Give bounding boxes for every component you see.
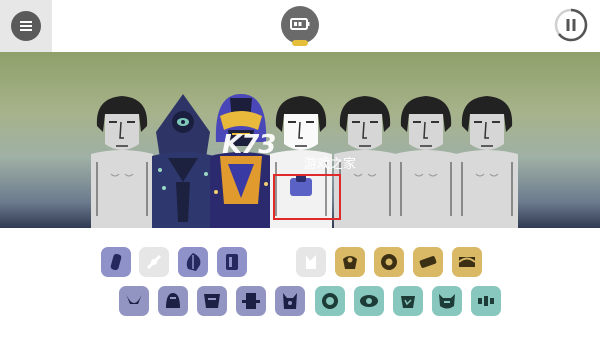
battery-button[interactable]: [281, 6, 319, 46]
voice-icon-4[interactable]: [432, 286, 462, 316]
pause-button[interactable]: [554, 8, 588, 42]
effects-icon-2[interactable]: [335, 247, 365, 277]
voice-icon-2[interactable]: [354, 286, 384, 316]
beats-icon-3[interactable]: [178, 247, 208, 277]
performer-1[interactable]: [87, 92, 157, 228]
battery-icon: [290, 18, 310, 30]
melody-icon-4[interactable]: [236, 286, 266, 316]
beats-icon-2-disabled[interactable]: [139, 247, 169, 277]
beats-icon-1[interactable]: [101, 247, 131, 277]
performer-6[interactable]: [391, 92, 461, 228]
menu-button[interactable]: [0, 0, 52, 52]
melody-icon-3[interactable]: [197, 286, 227, 316]
effects-icon-5[interactable]: [452, 247, 482, 277]
effects-icon-1-disabled[interactable]: [296, 247, 326, 277]
beats-icon-4[interactable]: [217, 247, 247, 277]
voice-icon-1[interactable]: [315, 286, 345, 316]
battery-level-bar: [292, 40, 308, 46]
effects-icon-4[interactable]: [413, 247, 443, 277]
watermark-logo: K73: [222, 130, 276, 160]
pause-icon: [554, 8, 588, 42]
melody-icon-2[interactable]: [158, 286, 188, 316]
top-bar: [0, 0, 600, 52]
sound-palette: [0, 228, 600, 337]
watermark-text: 游戏之家: [304, 157, 357, 172]
melody-icon-5[interactable]: [275, 286, 305, 316]
voice-icon-3[interactable]: [393, 286, 423, 316]
melody-icon-1[interactable]: [119, 286, 149, 316]
voice-icon-5[interactable]: [471, 286, 501, 316]
hamburger-icon: [11, 11, 41, 41]
selection-highlight: [273, 174, 341, 220]
effects-icon-3[interactable]: [374, 247, 404, 277]
performer-7[interactable]: [452, 92, 522, 228]
